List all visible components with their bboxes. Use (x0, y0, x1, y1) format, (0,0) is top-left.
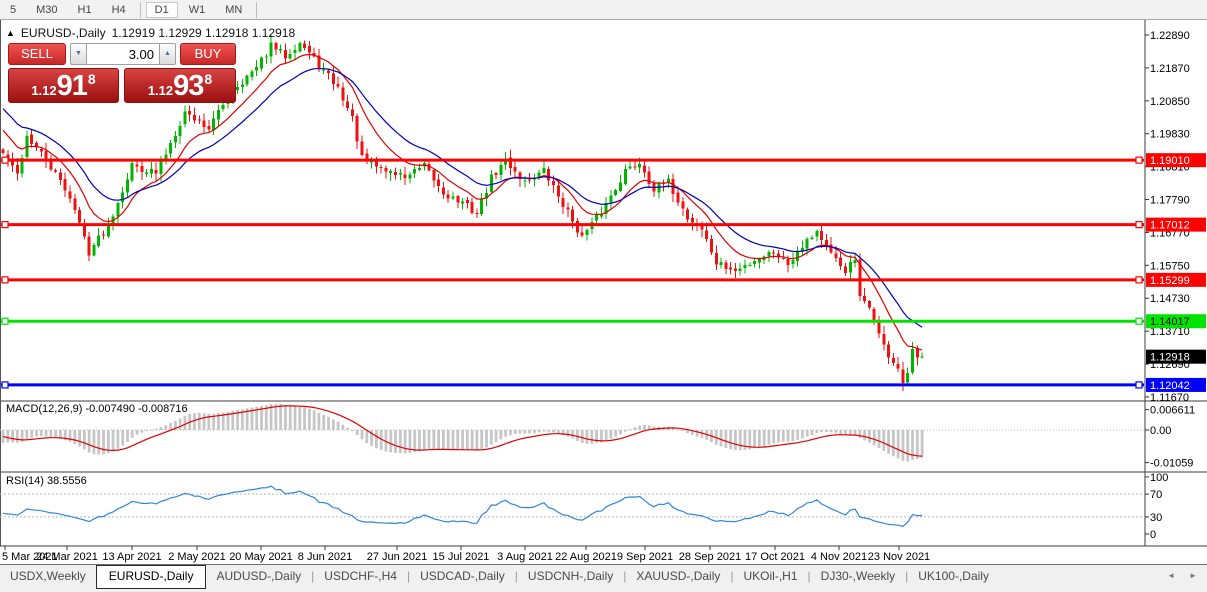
svg-text:1.20850: 1.20850 (1150, 96, 1190, 108)
svg-text:27 Jun 2021: 27 Jun 2021 (367, 551, 428, 563)
sell-price-big: 91 (57, 70, 87, 102)
svg-text:1.21870: 1.21870 (1150, 63, 1190, 75)
svg-text:3 Aug 2021: 3 Aug 2021 (497, 551, 553, 563)
svg-text:23 Nov 2021: 23 Nov 2021 (868, 551, 930, 563)
symbol-tab-ukoil-h1[interactable]: UKOil-,H1 (734, 566, 808, 587)
symbol-tab-usdcnh-daily[interactable]: USDCNH-,Daily (518, 566, 623, 587)
timeframe-button-m30[interactable]: M30 (27, 2, 66, 18)
terminal-window: 5M30H1H4 D1W1MN 1.22890 1.21870 1.20850 1.19… (0, 0, 1207, 592)
svg-text:1.14730: 1.14730 (1150, 293, 1190, 305)
svg-text:1.15299: 1.15299 (1150, 275, 1190, 287)
svg-text:1.12918: 1.12918 (1150, 352, 1190, 364)
svg-text:22 Aug 2021: 22 Aug 2021 (555, 551, 617, 563)
buy-price-display[interactable]: 1.12938 (124, 68, 236, 103)
symbol-tab-usdcad-daily[interactable]: USDCAD-,Daily (410, 566, 515, 587)
svg-text:1.11670: 1.11670 (1150, 392, 1189, 404)
trade-panel-price-row: 1.12918 1.12938 (8, 68, 236, 103)
timeframe-toolbar: 5M30H1H4 D1W1MN (0, 0, 1207, 20)
symbol-tab-xauusd-daily[interactable]: XAUUSD-,Daily (626, 566, 730, 587)
timeframe-button-mn[interactable]: MN (216, 2, 251, 18)
svg-text:20 May 2021: 20 May 2021 (229, 551, 293, 563)
volume-input[interactable] (86, 43, 160, 65)
symbol-tab-bar: USDX,WeeklyEURUSD-,DailyAUDUSD-,Daily|US… (0, 564, 1207, 592)
chart-quotes-label: 1.12919 1.12929 1.12918 1.12918 (112, 26, 296, 40)
svg-text:4 Nov 2021: 4 Nov 2021 (811, 551, 867, 563)
svg-text:70: 70 (1150, 489, 1162, 501)
triangle-down-icon: ▼ (75, 50, 82, 57)
svg-text:1.15750: 1.15750 (1150, 260, 1190, 272)
line-handle[interactable] (2, 277, 8, 283)
line-handle[interactable] (1136, 277, 1142, 283)
svg-text:13 Apr 2021: 13 Apr 2021 (102, 551, 161, 563)
line-handle[interactable] (1136, 222, 1142, 228)
chart-title-bar: ▲ EURUSD-,Daily 1.12919 1.12929 1.12918 … (6, 26, 295, 40)
svg-text:1.12042: 1.12042 (1150, 380, 1190, 392)
chart-symbol-label: EURUSD-,Daily (21, 26, 106, 40)
line-handle[interactable] (1136, 157, 1142, 163)
sell-price-display[interactable]: 1.12918 (8, 68, 119, 103)
svg-text:2 May 2021: 2 May 2021 (168, 551, 225, 563)
one-click-trade-panel: SELL ▼ ▲ BUY 1.12918 1.12938 (8, 43, 236, 103)
buy-price-big: 93 (173, 70, 203, 102)
toolbar-separator (140, 2, 141, 18)
rsi-label: RSI(14) 38.5556 (6, 475, 87, 487)
svg-text:1.17790: 1.17790 (1150, 195, 1190, 207)
buy-button[interactable]: BUY (180, 43, 236, 65)
svg-text:0.006611: 0.006611 (1150, 405, 1195, 417)
svg-text:30: 30 (1150, 512, 1162, 524)
macd-label: MACD(12,26,9) -0.007490 -0.008716 (6, 403, 188, 415)
svg-text:1.22890: 1.22890 (1150, 30, 1190, 42)
svg-text:28 Sep 2021: 28 Sep 2021 (679, 551, 741, 563)
line-handle[interactable] (1136, 318, 1142, 324)
svg-text:100: 100 (1150, 472, 1168, 484)
line-handle[interactable] (1136, 382, 1142, 388)
timeframe-button-5[interactable]: 5 (1, 2, 25, 18)
timeframe-button-d1[interactable]: D1 (146, 2, 178, 18)
svg-text:24 Mar 2021: 24 Mar 2021 (36, 551, 98, 563)
svg-text:9 Sep 2021: 9 Sep 2021 (617, 551, 673, 563)
tab-scroll-arrows: ◄► (1167, 571, 1197, 580)
symbol-tab-usdx-weekly[interactable]: USDX,Weekly (0, 566, 96, 587)
line-handle[interactable] (2, 382, 8, 388)
collapse-triangle-icon[interactable]: ▲ (6, 28, 15, 38)
svg-text:15 Jul 2021: 15 Jul 2021 (433, 551, 490, 563)
buy-price-pip: 8 (204, 71, 212, 87)
timeframe-button-h4[interactable]: H4 (103, 2, 135, 18)
sell-price-prefix: 1.12 (31, 83, 56, 98)
svg-text:1.19010: 1.19010 (1150, 155, 1190, 167)
volume-increase-button[interactable]: ▲ (160, 43, 176, 65)
svg-text:1.19830: 1.19830 (1150, 129, 1190, 141)
timeframe-button-h1[interactable]: H1 (69, 2, 101, 18)
symbol-tab-eurusd-daily[interactable]: EURUSD-,Daily (96, 565, 207, 589)
symbol-tab-dj30-weekly[interactable]: DJ30-,Weekly (811, 566, 905, 587)
tab-scroll-right-icon[interactable]: ► (1189, 571, 1197, 580)
line-handle[interactable] (2, 222, 8, 228)
svg-text:8 Jun 2021: 8 Jun 2021 (298, 551, 352, 563)
svg-text:-0.01059: -0.01059 (1150, 458, 1193, 470)
trade-panel-top-row: SELL ▼ ▲ BUY (8, 43, 236, 65)
tab-scroll-left-icon[interactable]: ◄ (1167, 571, 1175, 580)
timeframe-button-w1[interactable]: W1 (180, 2, 215, 18)
toolbar-separator (256, 2, 257, 18)
svg-text:0.00: 0.00 (1150, 425, 1171, 437)
triangle-up-icon: ▲ (164, 50, 171, 57)
svg-text:1.14017: 1.14017 (1150, 316, 1190, 328)
volume-decrease-button[interactable]: ▼ (70, 43, 86, 65)
sell-button[interactable]: SELL (8, 43, 66, 65)
line-handle[interactable] (2, 318, 8, 324)
svg-text:0: 0 (1150, 529, 1156, 541)
symbol-tab-audusd-daily[interactable]: AUDUSD-,Daily (206, 566, 311, 587)
sell-price-pip: 8 (88, 71, 96, 87)
symbol-tab-uk100-daily[interactable]: UK100-,Daily (908, 566, 999, 587)
symbol-tab-usdchf-h4[interactable]: USDCHF-,H4 (314, 566, 407, 587)
line-handle[interactable] (2, 157, 8, 163)
chart-region[interactable]: 1.228901.218701.208501.198301.188101.177… (0, 20, 1207, 564)
buy-price-prefix: 1.12 (148, 83, 173, 98)
svg-text:17 Oct 2021: 17 Oct 2021 (745, 551, 805, 563)
svg-text:1.17012: 1.17012 (1150, 220, 1190, 232)
